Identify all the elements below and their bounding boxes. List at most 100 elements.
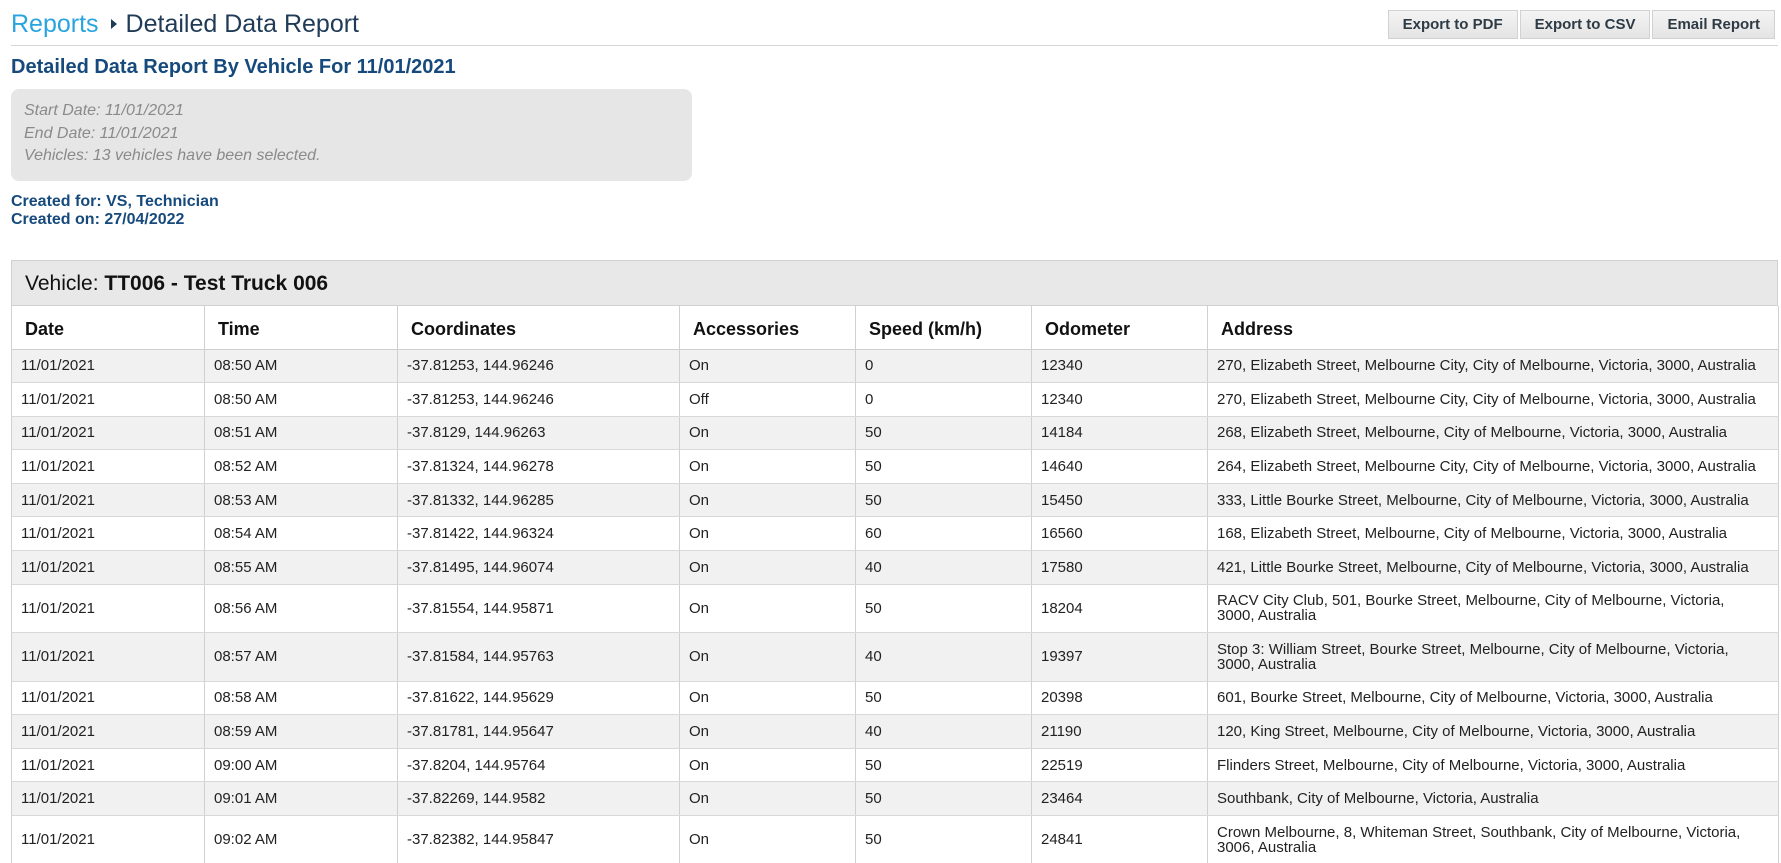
cell-accessories: On bbox=[679, 714, 856, 749]
breadcrumb-reports-link[interactable]: Reports bbox=[11, 10, 99, 38]
vehicle-section: Vehicle: TT006 - Test Truck 006 Date Tim… bbox=[11, 260, 1779, 863]
cell-time: 08:54 AM bbox=[204, 516, 398, 552]
cell-odometer: 14184 bbox=[1031, 416, 1208, 451]
cell-accessories: On bbox=[679, 632, 856, 682]
table-row: 11/01/2021 09:01 AM -37.82269, 144.9582 On 5… bbox=[11, 781, 1779, 817]
cell-odometer: 18204 bbox=[1031, 584, 1208, 634]
cell-address: RACV City Club, 501, Bourke Street, Melb… bbox=[1207, 584, 1779, 634]
cell-address: 268, Elizabeth Street, Melbourne, City o… bbox=[1207, 416, 1779, 451]
cell-accessories: On bbox=[679, 349, 856, 384]
cell-time: 08:56 AM bbox=[204, 584, 398, 634]
report-criteria-panel: Start Date: 11/01/2021 End Date: 11/01/2… bbox=[11, 89, 692, 181]
cell-speed: 40 bbox=[855, 632, 1032, 682]
email-report-button[interactable]: Email Report bbox=[1652, 10, 1775, 39]
table-row: 11/01/2021 08:52 AM -37.81324, 144.96278 On… bbox=[11, 449, 1779, 484]
column-header-date: Date bbox=[11, 306, 205, 350]
cell-time: 08:53 AM bbox=[204, 483, 398, 518]
cell-address: 270, Elizabeth Street, Melbourne City, C… bbox=[1207, 349, 1779, 384]
header-bar: Reports Detailed Data Report Export to PD… bbox=[11, 0, 1778, 46]
cell-time: 09:00 AM bbox=[204, 748, 398, 783]
table-row: 11/01/2021 08:56 AM -37.81554, 144.95871 On… bbox=[11, 584, 1779, 634]
cell-odometer: 17580 bbox=[1031, 550, 1208, 585]
cell-address: 264, Elizabeth Street, Melbourne City, C… bbox=[1207, 449, 1779, 484]
created-for: Created for: VS, Technician bbox=[11, 193, 219, 210]
export-pdf-button[interactable]: Export to PDF bbox=[1387, 10, 1518, 39]
cell-date: 11/01/2021 bbox=[11, 382, 205, 417]
cell-accessories: On bbox=[679, 449, 856, 484]
cell-address: 333, Little Bourke Street, Melbourne, Ci… bbox=[1207, 483, 1779, 518]
table-header-row: Date Time Coordinates Accessories Speed … bbox=[11, 306, 1779, 350]
cell-time: 08:58 AM bbox=[204, 681, 398, 716]
cell-date: 11/01/2021 bbox=[11, 416, 205, 451]
cell-time: 08:52 AM bbox=[204, 449, 398, 484]
cell-date: 11/01/2021 bbox=[11, 349, 205, 384]
cell-coordinates: -37.81495, 144.96074 bbox=[397, 550, 680, 585]
breadcrumb-separator-icon bbox=[110, 19, 117, 29]
column-header-coordinates: Coordinates bbox=[397, 306, 680, 350]
cell-address: 120, King Street, Melbourne, City of Mel… bbox=[1207, 714, 1779, 749]
cell-speed: 50 bbox=[855, 449, 1032, 484]
cell-date: 11/01/2021 bbox=[11, 516, 205, 552]
cell-coordinates: -37.81332, 144.96285 bbox=[397, 483, 680, 518]
cell-accessories: On bbox=[679, 416, 856, 451]
cell-date: 11/01/2021 bbox=[11, 748, 205, 783]
column-header-accessories: Accessories bbox=[679, 306, 856, 350]
cell-time: 09:01 AM bbox=[204, 781, 398, 817]
table-body: 11/01/2021 08:50 AM -37.81253, 144.96246 On… bbox=[11, 349, 1779, 863]
page-title: Detailed Data Report bbox=[125, 10, 360, 38]
criteria-start-date: Start Date: 11/01/2021 bbox=[24, 102, 184, 119]
cell-coordinates: -37.8129, 144.96263 bbox=[397, 416, 680, 451]
cell-speed: 50 bbox=[855, 781, 1032, 817]
cell-time: 08:55 AM bbox=[204, 550, 398, 585]
column-header-time: Time bbox=[204, 306, 398, 350]
cell-speed: 40 bbox=[855, 714, 1032, 749]
cell-date: 11/01/2021 bbox=[11, 681, 205, 716]
table-row: 11/01/2021 09:00 AM -37.8204, 144.95764 On 5… bbox=[11, 748, 1779, 783]
cell-accessories: On bbox=[679, 550, 856, 585]
criteria-vehicles: Vehicles: 13 vehicles have been selected… bbox=[24, 147, 321, 164]
cell-address: 270, Elizabeth Street, Melbourne City, C… bbox=[1207, 382, 1779, 417]
export-csv-button[interactable]: Export to CSV bbox=[1519, 10, 1651, 39]
cell-odometer: 23464 bbox=[1031, 781, 1208, 817]
table-row: 11/01/2021 08:50 AM -37.81253, 144.96246 On… bbox=[11, 349, 1779, 384]
vehicle-label: Vehicle: bbox=[25, 272, 105, 295]
table-row: 11/01/2021 08:54 AM -37.81422, 144.96324 On… bbox=[11, 516, 1779, 552]
breadcrumb: Reports Detailed Data Report bbox=[11, 9, 359, 39]
cell-address: Crown Melbourne, 8, Whiteman Street, Sou… bbox=[1207, 815, 1779, 863]
cell-speed: 60 bbox=[855, 516, 1032, 552]
cell-speed: 0 bbox=[855, 382, 1032, 417]
table-row: 11/01/2021 08:57 AM -37.81584, 144.95763 On… bbox=[11, 632, 1779, 682]
cell-accessories: On bbox=[679, 483, 856, 518]
cell-coordinates: -37.81422, 144.96324 bbox=[397, 516, 680, 552]
export-toolbar: Export to PDF Export to CSV Email Report bbox=[1387, 10, 1775, 39]
cell-date: 11/01/2021 bbox=[11, 483, 205, 518]
cell-coordinates: -37.82382, 144.95847 bbox=[397, 815, 680, 863]
table-row: 11/01/2021 08:51 AM -37.8129, 144.96263 On 5… bbox=[11, 416, 1779, 451]
report-title: Detailed Data Report By Vehicle For 11/0… bbox=[11, 56, 456, 78]
vehicle-header: Vehicle: TT006 - Test Truck 006 bbox=[11, 260, 1778, 306]
cell-odometer: 16560 bbox=[1031, 516, 1208, 552]
table-row: 11/01/2021 09:02 AM -37.82382, 144.95847 On… bbox=[11, 815, 1779, 863]
cell-speed: 50 bbox=[855, 815, 1032, 863]
data-table: Date Time Coordinates Accessories Speed … bbox=[11, 306, 1779, 863]
cell-date: 11/01/2021 bbox=[11, 449, 205, 484]
cell-date: 11/01/2021 bbox=[11, 550, 205, 585]
cell-coordinates: -37.81781, 144.95647 bbox=[397, 714, 680, 749]
cell-odometer: 20398 bbox=[1031, 681, 1208, 716]
cell-speed: 50 bbox=[855, 748, 1032, 783]
column-header-address: Address bbox=[1207, 306, 1779, 350]
column-header-odometer: Odometer bbox=[1031, 306, 1208, 350]
cell-address: 601, Bourke Street, Melbourne, City of M… bbox=[1207, 681, 1779, 716]
cell-odometer: 21190 bbox=[1031, 714, 1208, 749]
cell-speed: 50 bbox=[855, 681, 1032, 716]
column-header-speed: Speed (km/h) bbox=[855, 306, 1032, 350]
cell-speed: 40 bbox=[855, 550, 1032, 585]
cell-odometer: 12340 bbox=[1031, 382, 1208, 417]
cell-coordinates: -37.81253, 144.96246 bbox=[397, 349, 680, 384]
cell-coordinates: -37.81554, 144.95871 bbox=[397, 584, 680, 634]
cell-time: 08:59 AM bbox=[204, 714, 398, 749]
table-row: 11/01/2021 08:50 AM -37.81253, 144.96246 Of… bbox=[11, 382, 1779, 417]
cell-speed: 50 bbox=[855, 584, 1032, 634]
cell-address: Flinders Street, Melbourne, City of Melb… bbox=[1207, 748, 1779, 783]
vehicle-name: TT006 - Test Truck 006 bbox=[104, 272, 329, 295]
